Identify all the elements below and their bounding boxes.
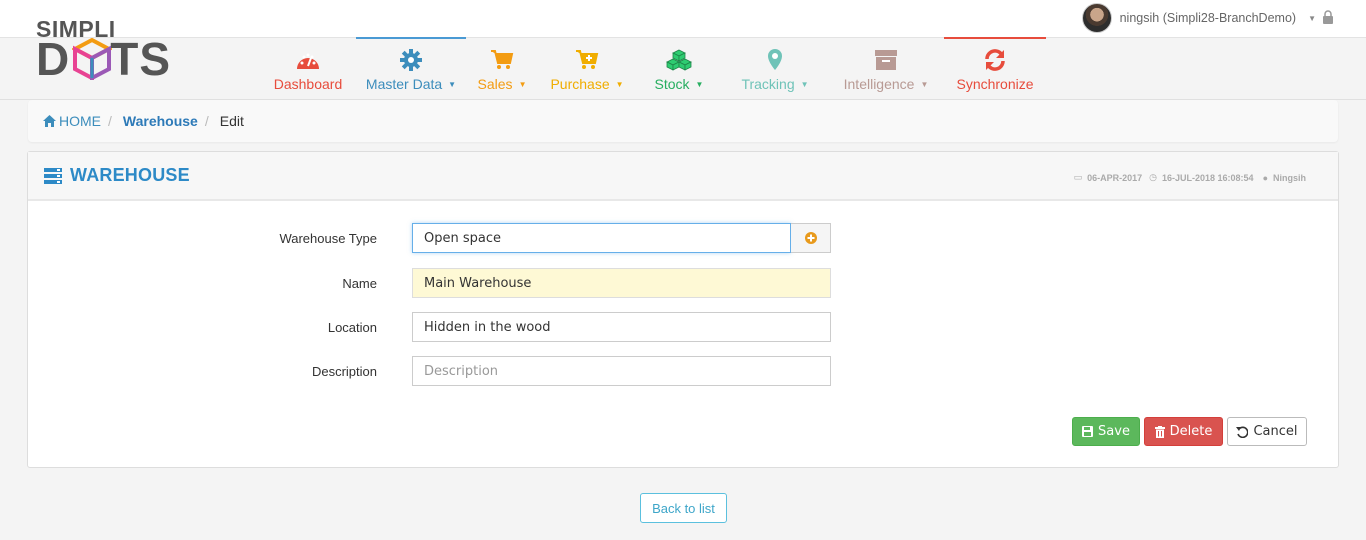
nav-purchase[interactable]: Purchase ▼ — [538, 37, 636, 99]
chevron-down-icon: ▼ — [615, 79, 624, 89]
name-value: Main Warehouse — [424, 275, 532, 291]
chevron-down-icon: ▼ — [695, 79, 704, 89]
archive-icon — [873, 48, 899, 72]
server-icon — [44, 167, 62, 184]
breadcrumb-separator: / — [108, 113, 112, 129]
user-icon: ● — [1262, 172, 1268, 183]
nav-tracking[interactable]: Tracking ▼ — [722, 37, 828, 99]
panel-header: WAREHOUSE ▭ 06-APR-2017 ◷ 16-JUL-2018 16… — [28, 152, 1338, 201]
nav-label-synchronize: Synchronize — [956, 76, 1034, 92]
add-warehouse-type-button[interactable] — [791, 223, 831, 253]
record-meta: ▭ 06-APR-2017 ◷ 16-JUL-2018 16:08:54 ● N… — [1074, 172, 1306, 183]
cart-plus-icon — [574, 48, 600, 72]
breadcrumb-home[interactable]: HOME — [43, 113, 101, 129]
breadcrumb-current: Edit — [219, 113, 244, 129]
warehouse-type-field[interactable]: Open space — [412, 223, 791, 253]
form-row-location: Location Hidden in the wood — [28, 312, 831, 342]
gear-icon — [398, 48, 424, 72]
location-field[interactable]: Hidden in the wood — [412, 312, 831, 342]
description-input[interactable] — [424, 363, 819, 379]
dashboard-gauge-icon — [295, 48, 321, 72]
warehouse-type-label: Warehouse Type — [279, 230, 377, 246]
refresh-icon — [982, 48, 1008, 72]
form-row-description: Description — [28, 356, 831, 386]
trash-icon — [1154, 425, 1165, 438]
lock-icon[interactable] — [1322, 10, 1334, 24]
breadcrumb-home-label: HOME — [59, 113, 101, 129]
cancel-button[interactable]: Cancel — [1227, 417, 1307, 446]
cancel-label: Cancel — [1253, 424, 1298, 439]
back-to-list-button[interactable]: Back to list — [640, 493, 727, 523]
breadcrumb-warehouse[interactable]: Warehouse — [123, 113, 198, 129]
nav-label-sales: Sales — [477, 76, 513, 92]
calendar-icon: ▭ — [1073, 172, 1083, 182]
home-icon — [43, 115, 56, 127]
warehouse-type-value: Open space — [424, 230, 501, 246]
delete-button[interactable]: Delete — [1144, 417, 1223, 446]
nav-master-data[interactable]: Master Data ▼ — [356, 37, 466, 99]
breadcrumb-separator: / — [204, 113, 209, 129]
nav-label-stock: Stock — [654, 76, 690, 92]
location-label: Location — [327, 319, 377, 335]
warehouse-panel: WAREHOUSE ▭ 06-APR-2017 ◷ 16-JUL-2018 16… — [27, 151, 1339, 468]
user-name: ningsih (Simpli28-BranchDemo) — [1119, 11, 1297, 25]
main-nav: Dashboard Master Data ▼ Sales ▼ Purchase… — [260, 37, 1046, 99]
delete-label: Delete — [1169, 424, 1213, 439]
panel-title-text: WAREHOUSE — [70, 165, 190, 185]
nav-intelligence[interactable]: Intelligence ▼ — [828, 37, 944, 99]
nav-label-intelligence: Intelligence — [843, 76, 915, 92]
chevron-down-icon: ▼ — [448, 79, 457, 89]
nav-label-purchase: Purchase — [550, 76, 610, 92]
description-field[interactable] — [412, 356, 831, 386]
chevron-down-icon: ▼ — [800, 79, 809, 89]
top-bar: ningsih (Simpli28-BranchDemo) ▼ — [0, 0, 1366, 38]
plus-circle-icon — [804, 232, 817, 244]
breadcrumb: HOME / Warehouse / Edit — [28, 100, 1338, 142]
nav-label-tracking: Tracking — [741, 76, 795, 92]
panel-title: WAREHOUSE — [44, 165, 190, 186]
modified-date: 16-JUL-2018 16:08:54 — [1162, 172, 1254, 183]
app-logo[interactable]: SIMPLI D TS — [36, 16, 186, 86]
nav-sales[interactable]: Sales ▼ — [466, 37, 538, 99]
form-row-name: Name Main Warehouse — [28, 268, 831, 298]
map-marker-icon — [762, 48, 788, 72]
cart-icon — [489, 48, 515, 72]
logo-cube-icon — [72, 38, 112, 80]
modified-by: Ningsih — [1273, 172, 1306, 183]
chevron-down-icon: ▼ — [1308, 13, 1316, 23]
name-label: Name — [342, 275, 377, 291]
user-menu[interactable]: ningsih (Simpli28-BranchDemo) ▼ — [1081, 2, 1316, 34]
nav-synchronize[interactable]: Synchronize — [944, 37, 1046, 99]
undo-icon — [1236, 426, 1249, 438]
created-date: 06-APR-2017 — [1087, 172, 1143, 183]
save-button[interactable]: Save — [1072, 417, 1140, 446]
nav-stock[interactable]: Stock ▼ — [636, 37, 722, 99]
chevron-down-icon: ▼ — [920, 79, 929, 89]
chevron-down-icon: ▼ — [518, 79, 527, 89]
nav-label-dashboard: Dashboard — [273, 76, 343, 92]
floppy-icon — [1082, 426, 1094, 437]
form-row-warehouse-type: Warehouse Type Open space — [28, 223, 831, 253]
nav-dashboard[interactable]: Dashboard — [260, 37, 356, 99]
location-value: Hidden in the wood — [424, 319, 551, 335]
clock-icon: ◷ — [1149, 172, 1157, 182]
save-label: Save — [1098, 424, 1130, 439]
cubes-icon — [666, 48, 692, 72]
name-field[interactable]: Main Warehouse — [412, 268, 831, 298]
nav-label-master-data: Master Data — [365, 76, 443, 92]
description-label: Description — [311, 363, 377, 379]
avatar — [1081, 3, 1112, 33]
